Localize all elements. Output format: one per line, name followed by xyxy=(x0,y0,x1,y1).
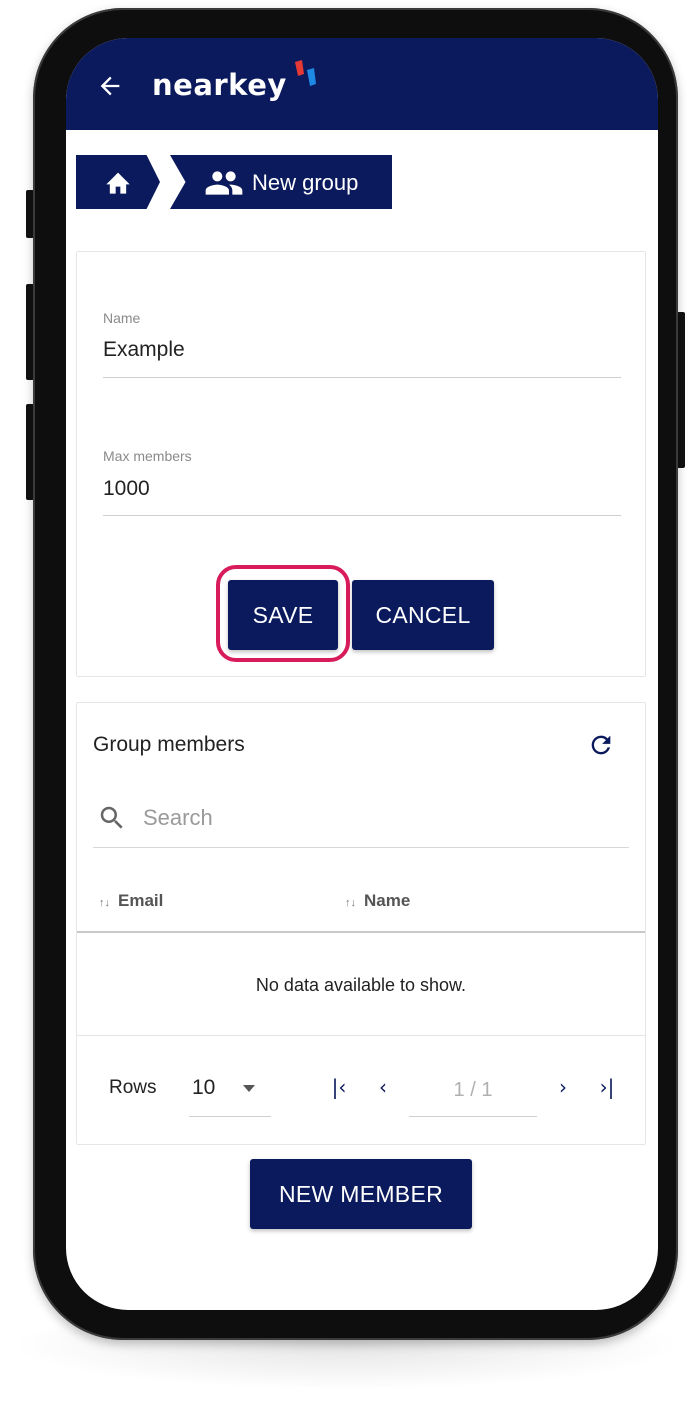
last-page-button[interactable]: ›| xyxy=(593,1073,621,1101)
page-indicator: 1 / 1 xyxy=(453,1079,493,1101)
sort-icon: ↑↓ xyxy=(99,897,110,909)
breadcrumb-new-group: New group xyxy=(170,155,392,209)
rows-per-page-select[interactable]: 10 xyxy=(189,1067,271,1117)
empty-table-message: No data available to show. xyxy=(255,975,467,995)
page-indicator-field[interactable]: 1 / 1 xyxy=(409,1067,537,1117)
breadcrumb-home[interactable] xyxy=(76,155,160,209)
new-member-button[interactable]: NEW MEMBER xyxy=(250,1159,472,1229)
rows-label: Rows xyxy=(109,1077,157,1098)
header-divider xyxy=(77,931,645,933)
phone-screen: nearkey New group Name Example Max membe… xyxy=(66,38,658,1310)
refresh-icon[interactable] xyxy=(587,731,615,759)
search-icon xyxy=(100,806,123,829)
name-field[interactable]: Example xyxy=(103,338,185,362)
column-header-name-label: Name xyxy=(364,891,411,910)
table-footer-divider xyxy=(77,1035,645,1036)
first-page-icon: |‹ xyxy=(331,1075,347,1099)
breadcrumb-label: New group xyxy=(252,170,359,195)
max-members-label: Max members xyxy=(103,448,192,464)
next-page-button[interactable]: › xyxy=(549,1073,577,1101)
search-input[interactable] xyxy=(143,800,613,836)
last-page-icon: ›| xyxy=(599,1075,615,1099)
previous-page-button[interactable]: ‹ xyxy=(369,1073,397,1101)
save-button[interactable]: SAVE xyxy=(228,580,338,650)
group-members-title: Group members xyxy=(93,733,245,756)
cancel-button[interactable]: CANCEL xyxy=(352,580,494,650)
power-button xyxy=(677,312,685,468)
chevron-left-icon: ‹ xyxy=(379,1075,387,1099)
people-icon xyxy=(205,171,243,195)
column-header-name[interactable]: ↑↓ Name xyxy=(345,891,410,911)
chevron-down-icon xyxy=(243,1085,255,1092)
max-members-underline xyxy=(103,515,621,516)
sort-icon: ↑↓ xyxy=(345,897,356,909)
home-icon xyxy=(106,172,130,194)
column-header-email[interactable]: ↑↓ Email xyxy=(99,891,163,911)
group-members-card: Group members ↑↓ Email ↑↓ Name No data ava… xyxy=(76,702,646,1145)
name-field-underline xyxy=(103,377,621,378)
rows-per-page-value: 10 xyxy=(192,1076,216,1099)
first-page-button[interactable]: |‹ xyxy=(325,1073,353,1101)
max-members-field[interactable]: 1000 xyxy=(103,477,150,501)
app-bar: nearkey xyxy=(66,38,658,130)
search-underline xyxy=(93,847,629,848)
brand-logo: nearkey xyxy=(152,68,287,102)
column-header-email-label: Email xyxy=(118,891,164,910)
chevron-right-icon: › xyxy=(559,1075,567,1099)
name-label: Name xyxy=(103,310,141,326)
brand-mark-icon xyxy=(295,60,316,86)
arrow-left-icon[interactable] xyxy=(96,72,124,100)
stage: nearkey New group Name Example Max membe… xyxy=(0,0,694,1405)
